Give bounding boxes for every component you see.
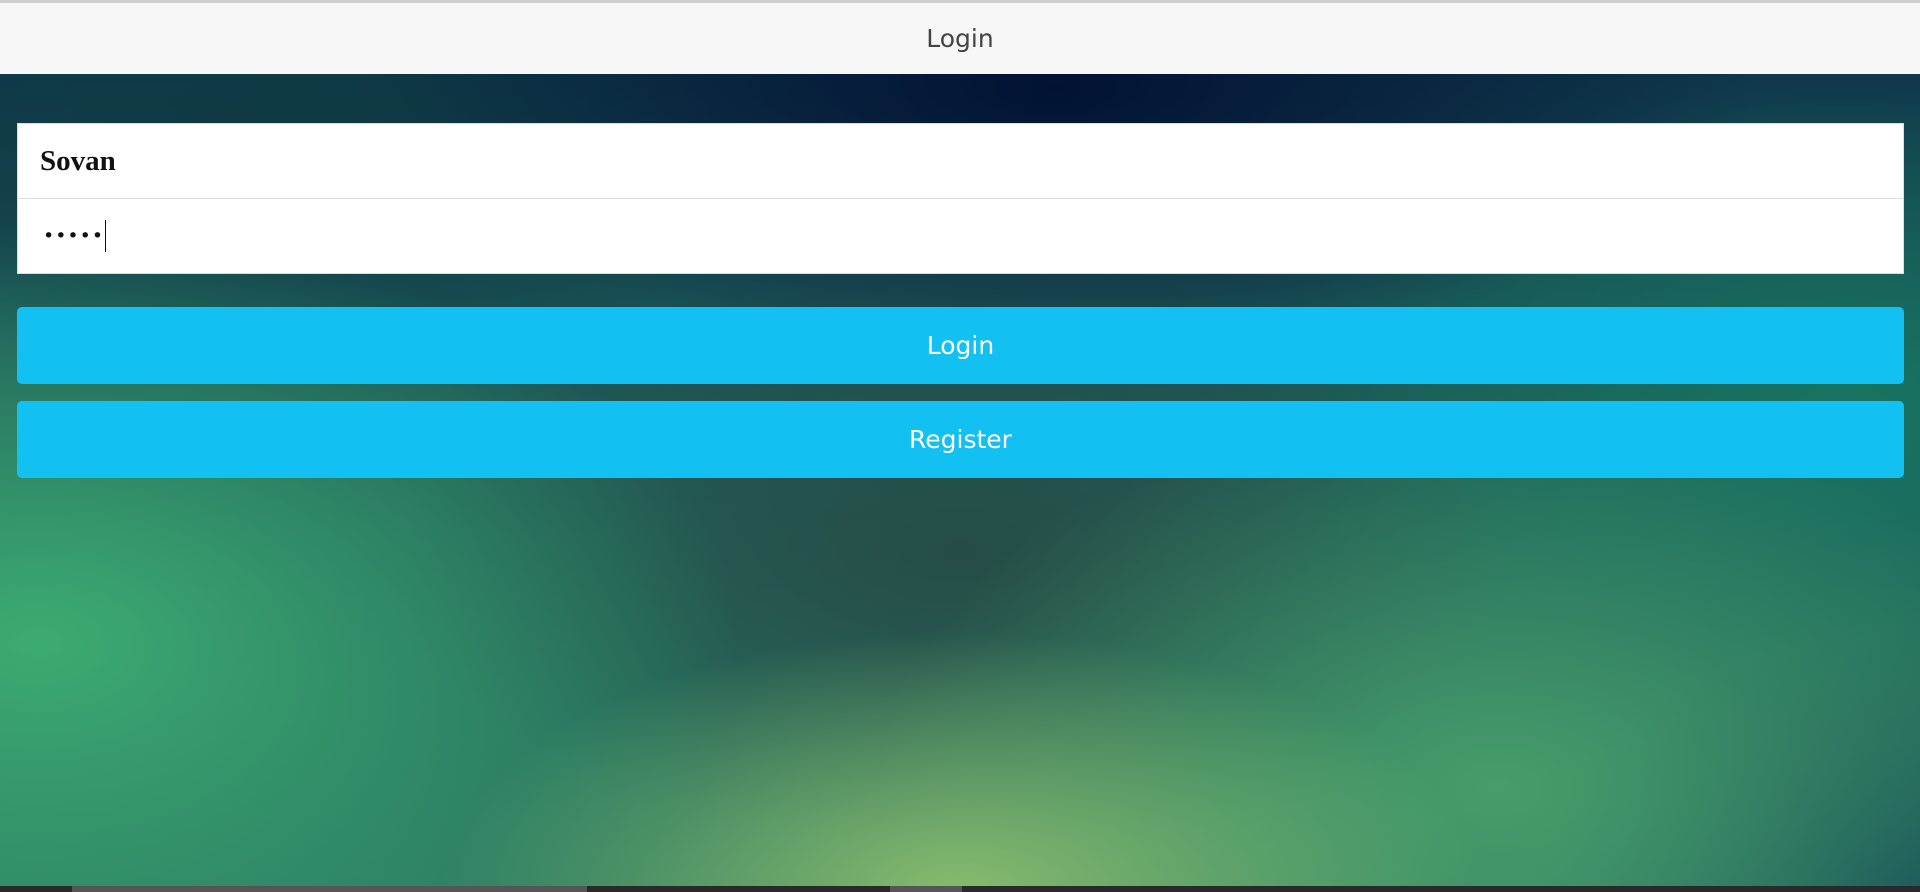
username-value: Sovan	[40, 144, 116, 177]
bottom-taskbar-edge	[0, 886, 1920, 892]
register-button[interactable]: Register	[17, 401, 1904, 478]
login-form: Sovan •••••	[17, 123, 1904, 274]
taskbar-segment	[72, 886, 587, 892]
app-header: Login	[0, 0, 1920, 74]
password-value: •••••	[43, 225, 105, 247]
login-button[interactable]: Login	[17, 307, 1904, 384]
text-caret	[105, 220, 107, 252]
password-field[interactable]: •••••	[18, 199, 1903, 273]
username-field[interactable]: Sovan	[18, 124, 1903, 199]
login-button-label: Login	[926, 331, 995, 360]
taskbar-segment	[890, 886, 962, 892]
page-title: Login	[926, 24, 994, 53]
register-button-label: Register	[909, 425, 1012, 454]
